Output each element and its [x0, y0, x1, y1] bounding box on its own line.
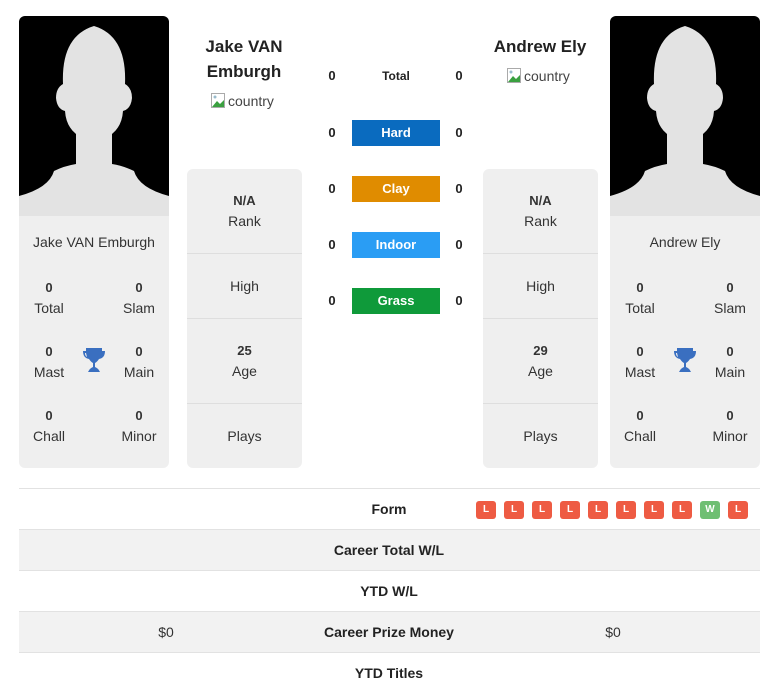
prize-money-left: $0 [158, 624, 174, 640]
surface-label-total: Total [382, 69, 410, 83]
plays-cell-right: Plays [523, 428, 558, 444]
stat-minor-left: 0 Minor [121, 408, 157, 444]
trophy-icon [673, 347, 697, 373]
broken-image-icon [507, 68, 523, 84]
high-cell-right: High [483, 254, 598, 319]
surface-badge-clay[interactable]: Clay [352, 176, 440, 202]
stat-total-right: 0 Total [625, 280, 655, 316]
high-cell-left: High [187, 254, 302, 319]
form-badge-loss[interactable]: L [504, 501, 524, 519]
stat-slam-left: 0 Slam [123, 280, 155, 316]
form-badge-loss[interactable]: L [616, 501, 636, 519]
form-badges: LLLLLLLLWL [476, 501, 748, 519]
form-badge-loss[interactable]: L [588, 501, 608, 519]
plays-cell-left: Plays [227, 428, 262, 444]
form-badge-loss[interactable]: L [644, 501, 664, 519]
stat-main-left: 0 Main [123, 344, 155, 380]
rank-cell-left: N/A Rank [187, 169, 302, 254]
table-row: $0 Career Prize Money $0 [19, 612, 760, 653]
stat-mast-right: 0 Mast [624, 344, 656, 380]
table-row: YTD W/L [19, 571, 760, 612]
silhouette-icon [610, 26, 760, 216]
surface-badge-indoor[interactable]: Indoor [352, 232, 440, 258]
stat-minor-right: 0 Minor [712, 408, 748, 444]
info-card-right: N/A Rank High 29 Age Plays [483, 169, 598, 468]
stat-slam-right: 0 Slam [714, 280, 746, 316]
trophy-icon [82, 347, 106, 373]
surface-row-total: 0 Total 0 [320, 63, 470, 89]
stat-total-left: 0 Total [34, 280, 64, 316]
form-badge-loss[interactable]: L [672, 501, 692, 519]
age-cell-right: 29 Age [483, 319, 598, 404]
player-photo-right [610, 16, 760, 216]
surface-row-grass: 0 Grass 0 [320, 288, 470, 314]
form-badge-loss[interactable]: L [476, 501, 496, 519]
info-card-left: N/A Rank High 25 Age Plays [187, 169, 302, 468]
stat-mast-left: 0 Mast [33, 344, 65, 380]
table-row: YTD Titles [354, 665, 424, 681]
surface-badge-grass[interactable]: Grass [352, 288, 440, 314]
silhouette-icon [19, 26, 169, 216]
age-cell-left: 25 Age [187, 319, 302, 404]
player-card-right: Andrew Ely 0 Total 0 Slam 0 Mast 0 Main … [610, 16, 760, 468]
country-flag-right: country [507, 68, 570, 84]
comparison-table: Form LLLLLLLLWL Career Total W/L YTD W/L… [19, 488, 760, 694]
form-badge-loss[interactable]: L [560, 501, 580, 519]
form-row: Form LLLLLLLLWL [19, 489, 760, 530]
stat-main-right: 0 Main [714, 344, 746, 380]
surface-row-hard: 0 Hard 0 [320, 120, 470, 146]
surface-row-indoor: 0 Indoor 0 [320, 232, 470, 258]
stat-chall-left: 0 Chall [33, 408, 65, 444]
player-title-left[interactable]: Jake VAN Emburgh [174, 34, 314, 84]
form-label: Form [371, 501, 407, 517]
surface-row-clay: 0 Clay 0 [320, 176, 470, 202]
country-flag-left: country [211, 93, 274, 109]
form-badge-loss[interactable]: L [728, 501, 748, 519]
stat-chall-right: 0 Chall [624, 408, 656, 444]
form-badge-win[interactable]: W [700, 501, 720, 519]
broken-image-icon [211, 93, 227, 109]
prize-money-right: $0 [605, 624, 621, 640]
player-card-left: Jake VAN Emburgh 0 Total 0 Slam 0 Mast 0… [19, 16, 169, 468]
player-name-left: Jake VAN Emburgh [33, 234, 155, 250]
player-photo-left [19, 16, 169, 216]
player-title-right[interactable]: Andrew Ely [470, 34, 610, 59]
rank-cell-right: N/A Rank [483, 169, 598, 254]
form-badge-loss[interactable]: L [532, 501, 552, 519]
surface-badge-hard[interactable]: Hard [352, 120, 440, 146]
player-name-right: Andrew Ely [649, 234, 721, 250]
table-row: Career Total W/L [19, 530, 760, 571]
